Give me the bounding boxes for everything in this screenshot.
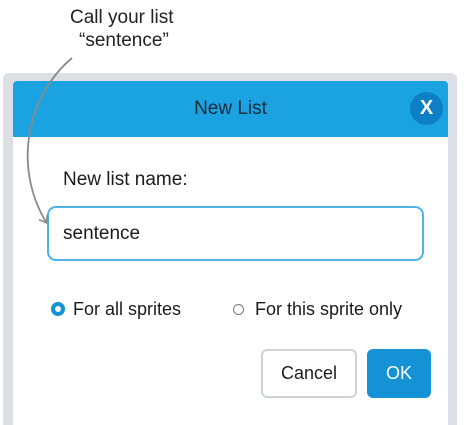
radio-unselected-icon: [233, 303, 244, 315]
annotation-line-2: “sentence”: [79, 30, 169, 51]
radio-for-all-sprites[interactable]: For all sprites: [51, 297, 181, 321]
list-name-input[interactable]: sentence: [47, 206, 424, 261]
dialog-body: New List X New list name: sentence For a…: [13, 81, 448, 425]
radio-selected-icon: [51, 302, 65, 316]
annotation-line-1: Call your list: [70, 7, 174, 28]
radio-label-all-sprites: For all sprites: [73, 298, 182, 319]
dialog-title: New List: [194, 98, 267, 119]
annotation-callout: Call your list “sentence”: [70, 6, 290, 52]
close-icon[interactable]: X: [410, 92, 443, 125]
radio-label-this-sprite: For this sprite only: [255, 298, 403, 319]
dialog-titlebar: New List X: [13, 81, 448, 137]
new-list-dialog: New List X New list name: sentence For a…: [3, 73, 457, 425]
list-name-label: New list name:: [63, 169, 188, 190]
cancel-button[interactable]: Cancel: [261, 349, 357, 398]
radio-for-this-sprite-only[interactable]: For this sprite only: [233, 297, 402, 321]
stage: Call your list “sentence” New List X New…: [0, 0, 465, 425]
ok-button[interactable]: OK: [367, 349, 431, 398]
